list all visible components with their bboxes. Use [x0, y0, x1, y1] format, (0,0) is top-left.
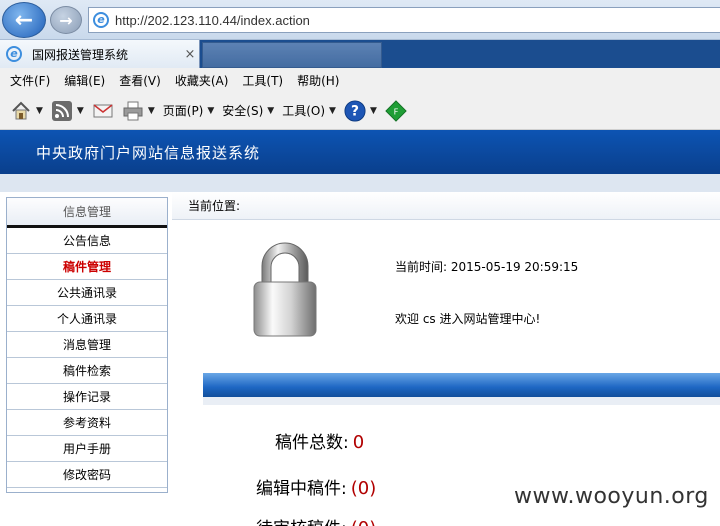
chevron-down-icon: ▼ — [267, 105, 275, 116]
section-bar — [203, 373, 720, 397]
feeds-button[interactable]: ▼ — [51, 100, 84, 122]
sidebar-item-personal-contacts[interactable]: 个人通讯录 — [7, 306, 167, 332]
forward-button[interactable]: → — [50, 6, 82, 34]
addon-button[interactable]: F — [385, 99, 407, 122]
help-button[interactable]: ? ▼ — [344, 99, 377, 122]
svg-text:F: F — [393, 106, 398, 116]
chevron-down-icon[interactable]: ▼ — [36, 106, 43, 116]
sidebar-item-messages[interactable]: 消息管理 — [7, 332, 167, 358]
sidebar-item-references[interactable]: 参考资料 — [7, 410, 167, 436]
stat-editing: 编辑中稿件: (0) — [256, 474, 376, 499]
home-button[interactable]: ▼ — [10, 100, 43, 122]
arrow-left-icon: ← — [14, 7, 34, 33]
tools-menu-button[interactable]: 工具(O) ▼ — [282, 102, 336, 119]
site-banner: 中央政府门户网站信息报送系统 — [0, 130, 720, 174]
stat-pending-value: (0) — [351, 518, 377, 526]
print-button[interactable]: ▼ — [122, 100, 155, 122]
safety-menu-label: 安全(S) — [222, 104, 264, 118]
sidebar-header: 信息管理 — [7, 198, 167, 228]
menu-bar: 文件(F) 编辑(E) 查看(V) 收藏夹(A) 工具(T) 帮助(H) — [0, 68, 720, 92]
safety-menu-button[interactable]: 安全(S) ▼ — [222, 102, 274, 119]
mail-icon — [92, 100, 114, 122]
chevron-down-icon: ▼ — [207, 105, 215, 116]
sidebar: 信息管理 公告信息 稿件管理 公共通讯录 个人通讯录 消息管理 稿件检索 操作记… — [6, 197, 168, 493]
sidebar-item-announcements[interactable]: 公告信息 — [7, 228, 167, 254]
watermark: www.wooyun.org — [514, 484, 709, 509]
menu-view[interactable]: 查看(V) — [119, 72, 161, 89]
tab-inactive[interactable] — [202, 42, 382, 68]
chevron-down-icon[interactable]: ▼ — [77, 106, 84, 116]
browser-window: { "browser": { "url": "http://202.123.11… — [0, 0, 720, 526]
welcome-message: 欢迎 cs 进入网站管理中心! — [395, 312, 541, 326]
menu-tools[interactable]: 工具(T) — [242, 72, 283, 89]
sidebar-item-operation-log[interactable]: 操作记录 — [7, 384, 167, 410]
sidebar-item-manuscripts[interactable]: 稿件管理 — [7, 254, 167, 280]
stat-editing-value: (0) — [350, 478, 377, 499]
chevron-down-icon[interactable]: ▼ — [148, 106, 155, 116]
ie-tab-icon: e — [6, 46, 22, 62]
current-time: 当前时间: 2015-05-19 20:59:15 — [395, 260, 579, 274]
page-menu-label: 页面(P) — [162, 104, 204, 118]
tab-strip: e 国网报送管理系统 × — [0, 40, 720, 68]
lock-icon — [244, 238, 326, 340]
home-icon — [10, 100, 32, 122]
menu-help[interactable]: 帮助(H) — [297, 72, 339, 89]
mail-button[interactable] — [92, 100, 114, 122]
url-text: http://202.123.110.44/index.action — [115, 12, 310, 28]
page-menu-button[interactable]: 页面(P) ▼ — [163, 102, 215, 119]
chevron-down-icon[interactable]: ▼ — [370, 106, 377, 116]
stat-total: 稿件总数: 0 — [275, 428, 364, 453]
sidebar-item-manuscript-search[interactable]: 稿件检索 — [7, 358, 167, 384]
command-toolbar: ▼ ▼ ▼ 页面(P) ▼ 安全(S) ▼ 工具(O) ▼ ? ▼ F — [0, 92, 720, 130]
tab-active[interactable]: e 国网报送管理系统 × — [0, 40, 200, 68]
site-title: 中央政府门户网站信息报送系统 — [36, 143, 261, 162]
stat-pending-label: 待审核稿件: — [256, 514, 347, 526]
address-bar-area: ← → e http://202.123.110.44/index.action — [0, 0, 720, 40]
tab-title: 国网报送管理系统 — [32, 47, 129, 62]
printer-icon — [122, 100, 144, 122]
breadcrumb-label: 当前位置: — [188, 199, 241, 213]
section-bar-shadow — [203, 397, 720, 405]
ie-page-icon: e — [93, 12, 109, 28]
back-button[interactable]: ← — [2, 2, 46, 38]
stat-total-value: 0 — [352, 432, 365, 453]
arrow-right-icon: → — [59, 10, 73, 30]
help-icon: ? — [344, 99, 366, 122]
url-field[interactable]: e http://202.123.110.44/index.action — [88, 7, 720, 33]
menu-file[interactable]: 文件(F) — [10, 72, 50, 89]
menu-favorites[interactable]: 收藏夹(A) — [175, 72, 229, 89]
svg-text:?: ? — [351, 103, 359, 119]
tab-close-icon[interactable]: × — [181, 47, 199, 62]
breadcrumb: 当前位置: — [172, 192, 720, 220]
stat-total-label: 稿件总数: — [275, 433, 349, 453]
green-diamond-icon: F — [385, 99, 407, 122]
chevron-down-icon: ▼ — [329, 105, 336, 116]
sidebar-item-user-manual[interactable]: 用户手册 — [7, 436, 167, 462]
tools-menu-label: 工具(O) — [282, 104, 326, 118]
stat-pending: 待审核稿件: (0) — [256, 514, 376, 526]
sidebar-item-change-password[interactable]: 修改密码 — [7, 462, 167, 488]
menu-edit[interactable]: 编辑(E) — [64, 72, 105, 89]
rss-icon — [51, 100, 73, 122]
sidebar-item-public-contacts[interactable]: 公共通讯录 — [7, 280, 167, 306]
banner-divider — [0, 174, 720, 192]
stat-editing-label: 编辑中稿件: — [256, 479, 347, 499]
